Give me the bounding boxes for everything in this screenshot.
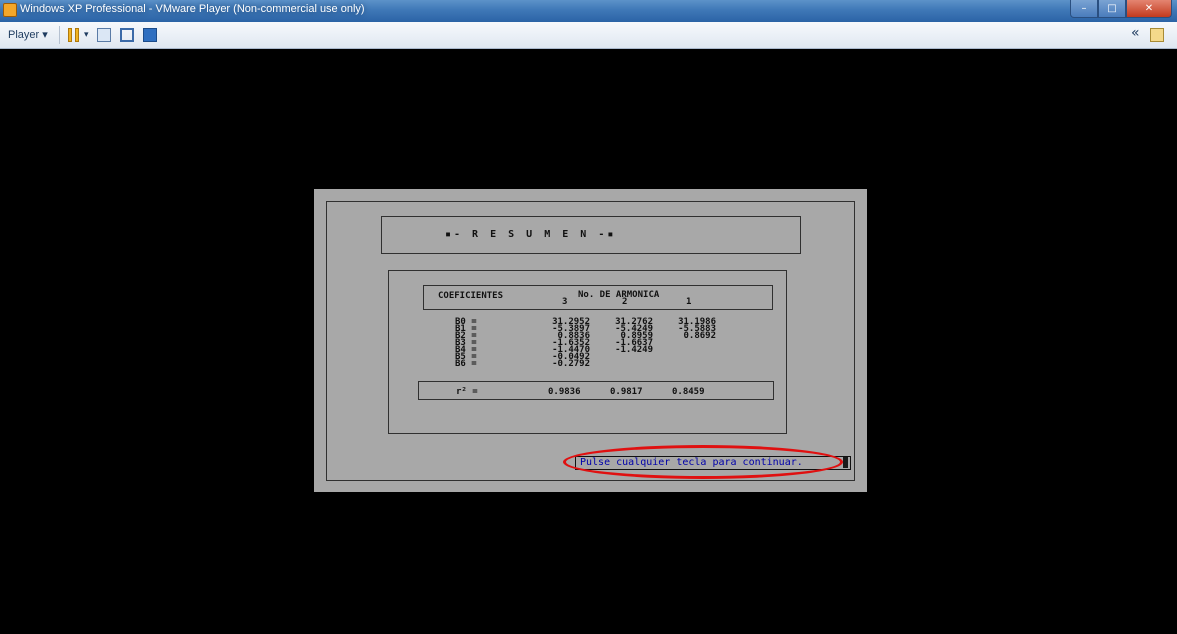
library-icon[interactable] [1150, 28, 1164, 42]
maximize-button[interactable]: □ [1098, 0, 1126, 18]
toolbar-separator [59, 26, 60, 44]
text-cursor [843, 457, 848, 468]
harmonic-number-1: 1 [686, 297, 692, 307]
red-highlight-ellipse [563, 445, 843, 479]
pause-icon[interactable] [68, 28, 80, 42]
player-menu-button[interactable]: Player ▾ [8, 28, 48, 41]
coefficient-labels: B0 = B1 = B2 = B3 = B4 = B5 = B6 = [455, 317, 477, 369]
r2-value-1: 0.8459 [672, 387, 705, 397]
header-coeficientes: COEFICIENTES [438, 291, 504, 301]
resumen-title: ▪- R E S U M E N -▪ [445, 229, 617, 240]
harmonic-number-2: 2 [622, 297, 628, 307]
coefficients-harmonic-3: 31.2952 -5.3897 0.8836 -1.6352 -1.4470 -… [552, 317, 590, 369]
collapse-toolbar-icon[interactable]: « [1131, 25, 1140, 41]
coefficients-harmonic-2: 31.2762 -5.4249 0.8959 -1.6637 -1.4249 [615, 317, 653, 355]
player-toolbar: Player ▾ ▾ « [0, 22, 1177, 49]
removable-devices-icon[interactable] [97, 28, 111, 42]
r2-label: r² = [456, 387, 478, 397]
window-title-bar[interactable]: Windows XP Professional - VMware Player … [0, 0, 1177, 22]
coefficients-harmonic-1: 31.1986 -5.5883 0.8692 [678, 317, 716, 341]
fullscreen-icon[interactable] [120, 28, 134, 42]
window-controls: – □ ✕ [1070, 0, 1172, 18]
vmware-app-icon [3, 3, 17, 17]
minimize-button[interactable]: – [1070, 0, 1098, 18]
harmonic-number-3: 3 [562, 297, 568, 307]
r2-value-3: 0.9836 [548, 387, 581, 397]
header-armonica: No. DE ARMONICA [578, 290, 660, 300]
window-title: Windows XP Professional - VMware Player … [20, 3, 365, 15]
pause-dropdown-arrow[interactable]: ▾ [84, 30, 89, 44]
r2-value-2: 0.9817 [610, 387, 643, 397]
unity-icon[interactable] [143, 28, 157, 42]
close-button[interactable]: ✕ [1126, 0, 1172, 18]
